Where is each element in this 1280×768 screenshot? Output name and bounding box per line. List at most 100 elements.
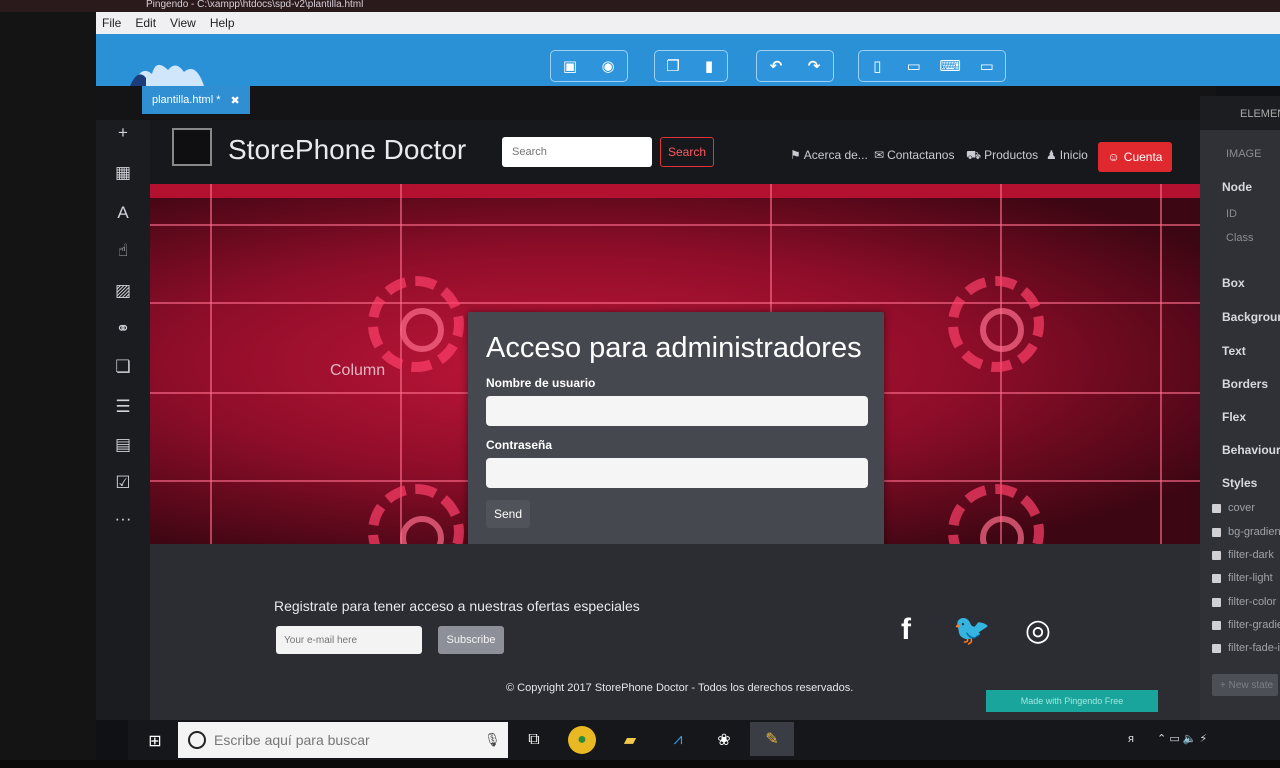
style-filter-gradient[interactable]: filter-gradient <box>1200 619 1280 631</box>
bookmark-icon: ⚑ <box>790 148 801 162</box>
file-explorer-icon[interactable]: ▰ <box>616 726 644 754</box>
circuit-line <box>150 302 1200 304</box>
volume-icon[interactable]: 🔈 <box>1183 733 1197 745</box>
more-icon[interactable]: ··· <box>112 508 134 530</box>
signup-text: Registrate para tener acceso a nuestras … <box>274 598 640 614</box>
undo-icon[interactable]: ↶ <box>765 55 787 77</box>
text-A-icon[interactable]: A <box>112 202 134 224</box>
microphone-icon[interactable]: 🎙 <box>484 732 501 748</box>
nav-contactanos[interactable]: ✉ Contactanos <box>874 148 954 162</box>
section-box[interactable]: Box <box>1200 276 1280 290</box>
close-icon[interactable]: ✖ <box>230 94 239 107</box>
tab-plantilla[interactable]: plantilla.html * ✖ <box>142 86 250 114</box>
circuit-line <box>210 184 212 544</box>
redo-icon[interactable]: ↷ <box>803 55 825 77</box>
taskbar-search-placeholder: Escribe aquí para buscar <box>214 732 370 748</box>
section-styles[interactable]: Styles <box>1200 476 1280 490</box>
preview-eye-icon[interactable]: ◉ <box>597 55 619 77</box>
send-button[interactable]: Send <box>486 500 530 528</box>
section-behaviours[interactable]: Behaviours <box>1200 443 1280 457</box>
chrome-icon[interactable]: ● <box>568 726 596 754</box>
account-icon: ☺ <box>1107 150 1120 164</box>
subscribe-button[interactable]: Subscribe <box>438 626 504 654</box>
new-state-button[interactable]: + New state <box>1212 674 1278 696</box>
style-bg-gradient[interactable]: bg-gradient <box>1200 526 1280 538</box>
trash-icon[interactable]: ▮ <box>698 55 720 77</box>
duplicate-icon[interactable]: ❐ <box>662 55 684 77</box>
monitor-bezel <box>0 0 96 768</box>
paw-icon[interactable]: ❀ <box>710 726 738 754</box>
node-class-field[interactable]: Class <box>1200 232 1280 244</box>
site-brand[interactable]: StorePhone Doctor <box>228 134 466 166</box>
chevron-up-icon[interactable]: ⌃ <box>1157 733 1166 745</box>
account-button-label: Cuenta <box>1123 150 1163 164</box>
email-input[interactable] <box>276 626 422 654</box>
editor-toolbar: ▣ ◉ ❐ ▮ ↶ ↷ ▯ ▭ ⌨ ▭ <box>96 34 1280 86</box>
username-input[interactable] <box>486 396 868 426</box>
node-id-field[interactable]: ID <box>1200 208 1280 220</box>
nav-productos[interactable]: ⛟ Productos <box>966 148 1038 164</box>
image-icon[interactable]: ▨ <box>112 280 134 302</box>
section-text[interactable]: Text <box>1200 344 1280 358</box>
people-icon[interactable]: ᴙ <box>1128 733 1134 745</box>
hand-pointer-icon[interactable]: ☝ <box>112 240 134 262</box>
section-background[interactable]: Background <box>1200 310 1280 324</box>
style-cover[interactable]: cover <box>1200 502 1280 514</box>
windows-taskbar: ⊞ Escribe aquí para buscar 🎙 ⧉ ● ▰ ⩘ ❀ ✎… <box>128 720 1280 760</box>
grid-icon[interactable]: ▦ <box>112 162 134 184</box>
site-search-button[interactable]: Search <box>660 137 714 167</box>
menu-view[interactable]: View <box>170 16 196 30</box>
facebook-icon[interactable]: f <box>888 612 924 648</box>
network-icon[interactable]: ▭ <box>1169 733 1179 745</box>
section-flex[interactable]: Flex <box>1200 410 1280 424</box>
menu-help[interactable]: Help <box>210 16 235 30</box>
style-filter-color[interactable]: filter-color <box>1200 596 1280 608</box>
system-tray[interactable]: ᴙ ⌃ ▭ 🔈 ⚡ <box>1128 732 1207 745</box>
taskbar-search[interactable]: Escribe aquí para buscar 🎙 <box>178 722 508 758</box>
plus-icon[interactable]: + <box>112 122 134 144</box>
instagram-icon[interactable]: ◎ <box>1020 612 1056 648</box>
nav-inicio[interactable]: ♟ Inicio <box>1046 148 1088 162</box>
style-filter-light[interactable]: filter-light <box>1200 572 1280 584</box>
tablet-icon[interactable]: ▭ <box>903 55 925 77</box>
save-icon[interactable]: ▣ <box>559 55 581 77</box>
panel-header: ELEMENT <box>1200 96 1280 130</box>
style-filter-dark[interactable]: filter-dark <box>1200 549 1280 561</box>
element-type-label: IMAGE <box>1226 148 1262 160</box>
nav-contactanos-label: Contactanos <box>887 148 955 162</box>
envelope-icon: ✉ <box>874 148 885 162</box>
site-search-input[interactable] <box>502 137 652 167</box>
checkbox-icon[interactable]: ☑ <box>112 472 134 494</box>
menu-edit[interactable]: Edit <box>135 16 156 30</box>
section-node[interactable]: Node <box>1200 180 1280 194</box>
made-with-label: Made with Pingendo Free <box>1020 696 1124 706</box>
account-button[interactable]: ☺ Cuenta <box>1098 142 1172 172</box>
nav-acerca-label: Acerca de... <box>803 148 868 162</box>
desktop-icon[interactable]: ▭ <box>976 55 998 77</box>
section-borders[interactable]: Borders <box>1200 377 1280 391</box>
power-icon[interactable]: ⚡ <box>1200 733 1208 745</box>
list-icon[interactable]: ☰ <box>112 396 134 418</box>
hero-top-band <box>150 184 1200 198</box>
card-icon[interactable]: ▤ <box>112 434 134 456</box>
username-label: Nombre de usuario <box>486 376 596 390</box>
windows-start-icon[interactable]: ⊞ <box>144 730 166 752</box>
style-filter-fade-in[interactable]: filter-fade-in <box>1200 642 1280 654</box>
menu-file[interactable]: File <box>102 16 121 30</box>
pingendo-icon[interactable]: ✎ <box>750 722 794 756</box>
task-view-icon[interactable]: ⧉ <box>520 726 548 754</box>
made-with-pingendo-badge[interactable]: Made with Pingendo Free <box>986 690 1158 712</box>
square-icon[interactable]: ❏ <box>112 356 134 378</box>
password-input[interactable] <box>486 458 868 488</box>
toolbar-group-devices: ▯ ▭ ⌨ ▭ <box>858 50 1006 82</box>
menu-bar: File Edit View Help <box>96 12 1280 34</box>
phone-icon[interactable]: ▯ <box>866 55 888 77</box>
twitter-icon[interactable]: 🐦 <box>953 612 990 648</box>
site-logo-image[interactable] <box>172 128 212 166</box>
nav-productos-label: Productos <box>984 148 1039 162</box>
hero-section[interactable]: Column Acceso para administradores Nombr… <box>150 184 1200 544</box>
link-icon[interactable]: ⚭ <box>112 318 134 340</box>
laptop-icon[interactable]: ⌨ <box>939 55 961 77</box>
nav-acerca[interactable]: ⚑ Acerca de... <box>790 148 868 162</box>
vscode-icon[interactable]: ⩘ <box>664 726 692 754</box>
